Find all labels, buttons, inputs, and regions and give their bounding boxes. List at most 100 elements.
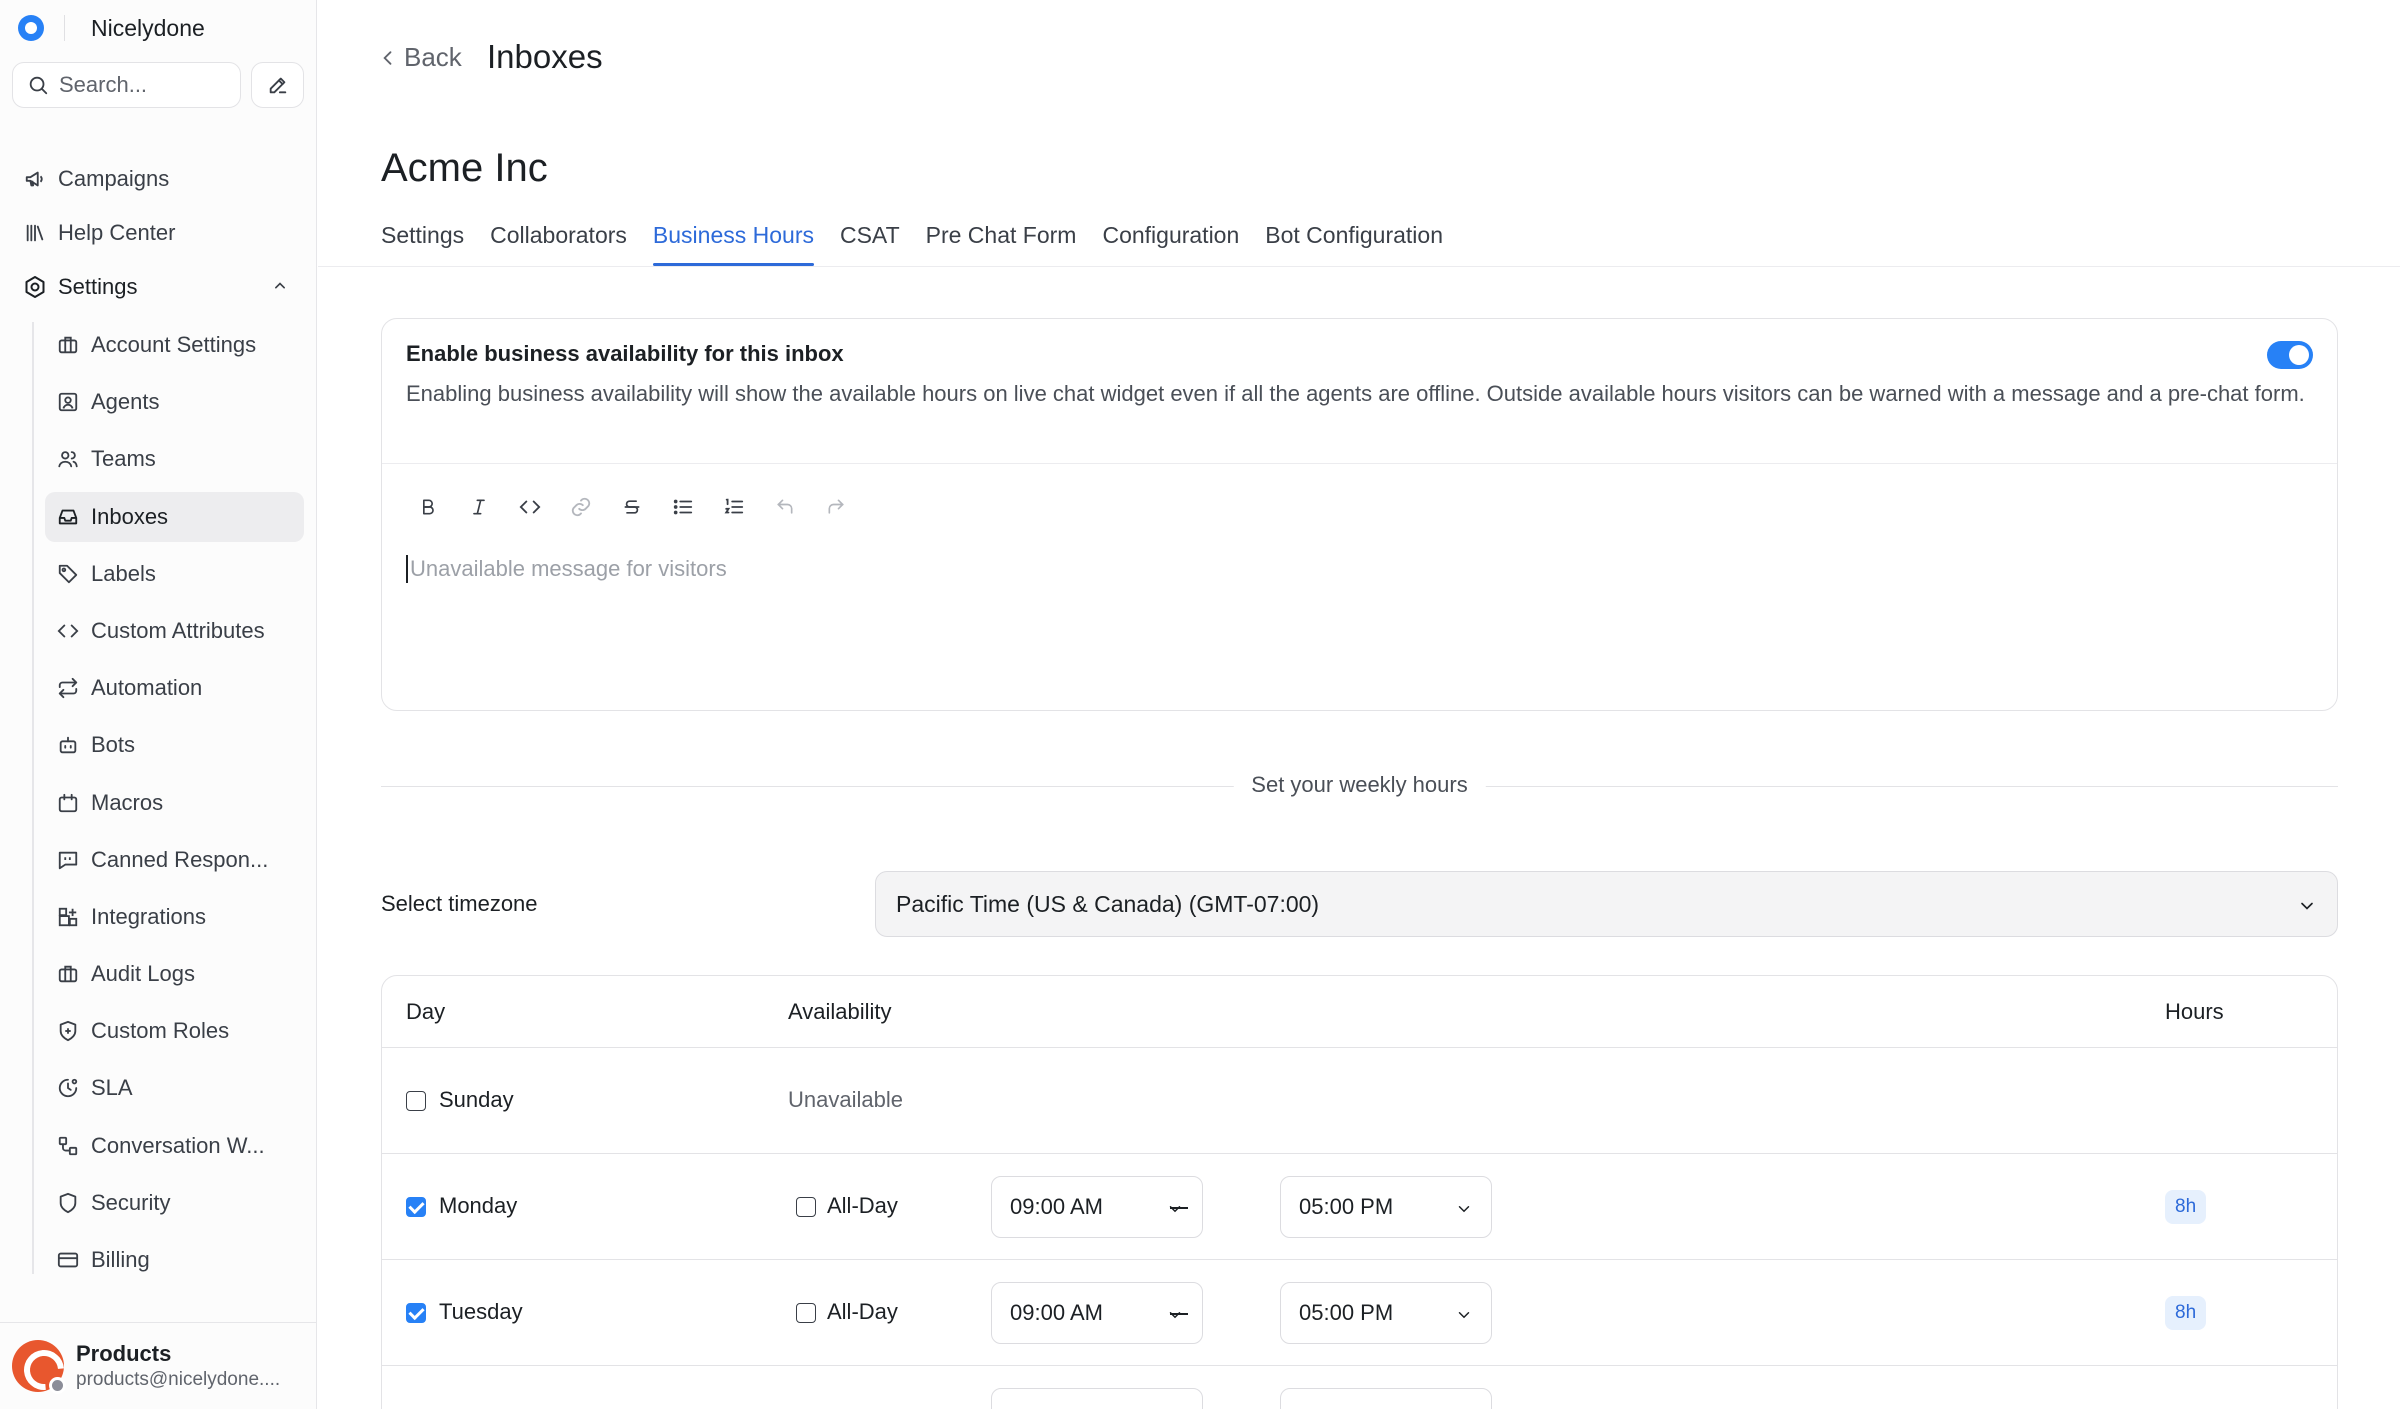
user-email: products@nicelydone.... [76,1369,281,1390]
sidebar-item-audit-logs[interactable]: Audit Logs [45,949,304,999]
day-enabled-checkbox[interactable] [406,1303,426,1323]
message-square-icon [55,847,81,873]
tab-settings[interactable]: Settings [381,220,464,266]
sidebar-item-account-settings[interactable]: Account Settings [45,320,304,370]
tab-business-hours[interactable]: Business Hours [652,220,815,266]
sidebar-item-integrations[interactable]: Integrations [45,892,304,942]
day-enabled-checkbox[interactable] [406,1091,426,1111]
brand[interactable]: Nicelydone [18,12,205,44]
briefcase-icon [55,332,81,358]
all-day-label: All-Day [827,1299,898,1324]
bold-icon[interactable] [402,489,453,525]
tab-csat[interactable]: CSAT [840,220,900,266]
chevron-up-icon[interactable] [270,276,290,296]
chevron-down-icon [1458,1206,1470,1213]
search-box[interactable] [12,62,241,108]
settings-tree-line [32,322,34,1274]
to-time-select[interactable]: 05:00 PM [1280,1176,1492,1238]
inbox-icon [55,504,81,530]
back-label: Back [404,42,462,72]
column-header-hours: Hours [2165,999,2224,1024]
sidebar-item-label: Billing [91,1247,150,1272]
sidebar-item-conversation-workflow[interactable]: Conversation W... [45,1121,304,1171]
italic-icon[interactable] [453,489,504,525]
hours-badge: 8h [2165,1190,2207,1224]
back-button[interactable]: Back [378,42,462,73]
tab-bot-configuration[interactable]: Bot Configuration [1265,220,1443,266]
unavailable-message-editor[interactable]: Unavailable message for visitors [406,555,2306,583]
business-availability-card: Enable business availability for this in… [381,318,2338,711]
library-icon [22,220,48,246]
sidebar-item-agents[interactable]: Agents [45,377,304,427]
sidebar-item-label: Custom Roles [91,1018,230,1044]
sidebar-item-sla[interactable]: SLA [45,1063,304,1113]
sidebar-item-canned-responses[interactable]: Canned Respon... [45,835,304,885]
users-icon [55,446,81,472]
sidebar-item-billing[interactable]: Billing [45,1235,304,1285]
sidebar-item-labels[interactable]: Labels [45,549,304,599]
search-input[interactable] [59,72,229,98]
sidebar-item-label: Integrations [91,903,206,929]
numbered-list-icon[interactable] [708,489,759,525]
sidebar-item-settings[interactable]: Settings [12,260,304,314]
from-time-select[interactable] [991,1388,1203,1409]
compose-button[interactable] [251,62,304,108]
sidebar-item-bots[interactable]: Bots [45,720,304,770]
to-time-value: 05:00 PM [1299,1194,1394,1219]
sidebar-item-inboxes[interactable]: Inboxes [45,491,304,542]
editor-toolbar [402,489,861,525]
strikethrough-icon[interactable] [606,489,657,525]
redo-icon[interactable] [810,489,861,525]
sidebar: Nicelydone Campaigns Help Center Setting… [0,0,317,1409]
chevron-down-icon [1458,1312,1470,1319]
bot-icon [55,732,81,758]
code-icon[interactable] [504,489,555,525]
bullet-list-icon[interactable] [657,489,708,525]
sidebar-item-label: Account Settings [91,332,257,357]
to-time-value: 05:00 PM [1299,1300,1394,1325]
chevron-down-icon [1169,1206,1181,1213]
timezone-label: Select timezone [381,891,538,916]
all-day-checkbox[interactable] [796,1197,816,1217]
timezone-select[interactable]: Pacific Time (US & Canada) (GMT-07:00) [875,871,2338,937]
hours-badge: 8h [2165,1296,2207,1330]
sidebar-item-automation[interactable]: Automation [45,663,304,713]
tab-configuration[interactable]: Configuration [1102,220,1239,266]
sidebar-item-custom-attributes[interactable]: Custom Attributes [45,606,304,656]
day-enabled-checkbox[interactable] [406,1197,426,1217]
inbox-tabs: Settings Collaborators Business Hours CS… [381,220,1469,266]
sidebar-item-campaigns[interactable]: Campaigns [12,152,304,206]
availability-toggle[interactable] [2267,341,2313,369]
all-day-checkbox[interactable] [796,1303,816,1323]
sidebar-item-label: Conversation W... [91,1132,265,1158]
user-profile[interactable]: Products products@nicelydone.... [0,1322,317,1409]
gear-icon [22,274,48,300]
sidebar-item-macros[interactable]: Macros [45,778,304,828]
main-nav: Campaigns Help Center Settings [12,152,304,314]
sidebar-item-teams[interactable]: Teams [45,434,304,484]
to-time-select[interactable]: 05:00 PM [1280,1282,1492,1344]
availability-description: Enabling business availability will show… [406,381,2305,406]
time-range-dash [1170,1313,1188,1315]
day-name: Tuesday [439,1299,523,1324]
megaphone-icon [22,166,48,192]
presence-status-dot [49,1377,66,1394]
chevron-down-icon [1169,1312,1181,1319]
weekly-hours-divider: Set your weekly hours [381,772,2338,800]
table-header: Day Availability Hours [382,976,2337,1048]
sidebar-item-help-center[interactable]: Help Center [12,206,304,260]
table-row: Sunday Unavailable [382,1048,2337,1154]
to-time-select[interactable] [1280,1388,1492,1409]
link-icon[interactable] [555,489,606,525]
sidebar-item-custom-roles[interactable]: Custom Roles [45,1006,304,1056]
sidebar-item-label: Bots [91,732,136,758]
settings-subnav: Account Settings Agents Teams Inboxes La… [45,320,304,1292]
sidebar-item-label: Teams [91,446,156,472]
tab-collaborators[interactable]: Collaborators [490,220,627,266]
tab-pre-chat-form[interactable]: Pre Chat Form [926,220,1077,266]
sidebar-item-security[interactable]: Security [45,1178,304,1228]
from-time-value: 09:00 AM [1010,1194,1103,1219]
table-row: Monday All-Day 09:00 AM 05:00 PM 8h [382,1154,2337,1260]
undo-icon[interactable] [759,489,810,525]
column-header-day: Day [406,999,446,1024]
